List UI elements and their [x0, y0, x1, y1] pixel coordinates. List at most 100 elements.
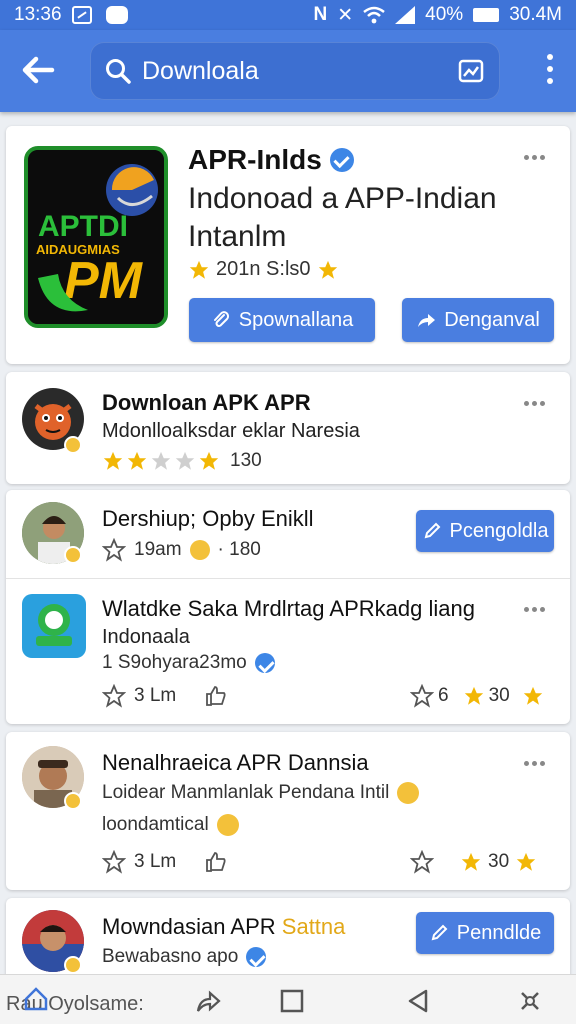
download-button[interactable]: Pcengoldla [416, 510, 554, 552]
featured-subtitle-line1: Indonoad a APP-Indian [188, 182, 497, 215]
item-line2: Indonaala [102, 626, 190, 648]
app-logo-art: APTDI AIDAUGMIAS PM [28, 150, 164, 324]
download-button-label: Spownallana [238, 308, 354, 331]
settings-icon[interactable] [516, 987, 544, 1015]
item-line3-row: loondamtical [102, 814, 239, 836]
item-more-icon[interactable] [524, 602, 550, 616]
item-title: Wlatdke Saka Mrdlrtag APRkadg liang [102, 596, 475, 621]
featured-more-icon[interactable] [524, 150, 550, 164]
app-icon [22, 594, 86, 658]
star-icon [464, 686, 483, 705]
featured-subtitle: Indonoad a APP-Indian Intanlm [188, 180, 558, 256]
featured-subtitle-line2: Intanlm [188, 220, 287, 253]
item-line3: 1 S9ohyara23mo [102, 652, 247, 673]
item-button-label: Penndlde [456, 921, 542, 944]
bottom-navigation: Rau Oyolsame: [0, 974, 576, 1024]
featured-title: APR-Inlds [188, 144, 322, 175]
item-meta-time: 19am [134, 539, 182, 560]
download-button[interactable]: Spownallana [189, 298, 375, 342]
edit-icon [424, 522, 440, 539]
download-button[interactable]: Penndlde [416, 912, 554, 954]
search-query[interactable]: Downloala [142, 57, 259, 86]
user-badge-icon [64, 956, 82, 974]
overflow-menu-icon[interactable] [546, 54, 554, 88]
user-badge-icon [64, 792, 82, 810]
item-rating: 130 [102, 450, 262, 472]
item-line3-row: 1 S9ohyara23mo [102, 652, 275, 674]
featured-title-row: APR-Inlds [188, 144, 354, 176]
list-item-group: Dershiup; Opby Enikll 19am · 180 Pcengol… [6, 490, 570, 724]
item-description: Bewabasno apo [102, 946, 239, 967]
item-description: Mdonlloalksdar eklar Naresia [102, 420, 360, 442]
home-icon[interactable] [22, 985, 50, 1013]
item-title: Dershiup; Opby Enikll [102, 506, 314, 531]
star-outline-icon [410, 850, 434, 874]
app-bar: Downloala [0, 30, 576, 112]
item-title: Mowndasian APR [102, 914, 276, 939]
featured-app-logo: APTDI AIDAUGMIAS PM [24, 146, 168, 328]
stat-count: 30 [488, 851, 510, 872]
search-bar[interactable]: Downloala [90, 42, 500, 100]
item-actions: 3 Lm [102, 684, 228, 708]
stat-2: 30 [488, 685, 510, 706]
rating-count: 130 [230, 450, 262, 471]
status-right: N ✕ 40% 30.4M [314, 4, 563, 27]
item-title-highlight: Sattna [281, 914, 346, 939]
image-search-icon[interactable] [458, 58, 484, 84]
list-item-1[interactable]: Downloan APK APR Mdonlloalksdar eklar Na… [6, 372, 570, 484]
stat-1: 6 [438, 685, 449, 706]
item-stats: 6 30 [410, 684, 544, 708]
logo-text-top: APTDI [38, 210, 128, 243]
item-description: Loidear Manmlanlak Pendana Intil [102, 782, 390, 803]
signal-icon [395, 6, 416, 24]
status-time: 13:36 [14, 4, 62, 25]
item-meta: 19am · 180 [102, 538, 261, 562]
featured-meta-text: 201n S:ls0 [216, 258, 311, 280]
edit-icon [431, 924, 448, 941]
item-more-icon[interactable] [524, 396, 550, 410]
item-stats: 30 [410, 850, 537, 874]
nfc-icon: N [313, 4, 328, 25]
share-icon[interactable] [194, 987, 222, 1015]
star-empty-icon [151, 451, 171, 470]
back-arrow-icon[interactable] [18, 50, 58, 90]
likes-count: 3 Lm [134, 851, 177, 872]
user-badge-icon [64, 436, 82, 454]
battery-icon [473, 8, 500, 22]
featured-app-card[interactable]: APTDI AIDAUGMIAS PM APR-Inlds Indonoad a… [6, 126, 570, 364]
star-icon [189, 260, 209, 279]
item-line3: loondamtical [102, 814, 209, 835]
share-button[interactable]: Denganval [402, 298, 554, 342]
divider [6, 578, 570, 579]
emoji-icon [397, 782, 420, 804]
battery-percent: 40% [425, 4, 464, 25]
item-description-row: Loidear Manmlanlak Pendana Intil [102, 782, 420, 804]
emoji-icon [216, 814, 239, 836]
star-icon [461, 852, 481, 871]
item-meta-count: · 180 [217, 539, 261, 560]
star-outline-icon[interactable] [102, 850, 126, 874]
recents-icon[interactable] [278, 987, 306, 1015]
thumbs-up-icon[interactable] [204, 850, 228, 874]
thumbs-up-icon[interactable] [204, 684, 228, 708]
star-outline-icon [410, 684, 434, 708]
share-button-label: Denganval [444, 308, 540, 331]
emoji-icon [189, 540, 210, 560]
verified-badge-icon [246, 947, 267, 967]
image-notification-icon [71, 6, 92, 24]
status-bar: 13:36 N ✕ 40% 30.4M [0, 0, 576, 30]
star-outline-icon[interactable] [102, 684, 126, 708]
list-item-4[interactable]: Nenalhraeica APR Dannsia Loidear Manmlan… [6, 732, 570, 890]
notification-pill-icon [105, 6, 128, 24]
logo-text-big: PM [64, 252, 144, 310]
star-icon [516, 852, 536, 871]
star-outline-icon [102, 538, 126, 562]
back-triangle-icon[interactable] [404, 987, 432, 1015]
star-filled-icon [127, 451, 147, 470]
status-clock: 30.4M [509, 4, 562, 25]
share-arrow-icon [418, 314, 436, 327]
wifi-icon [363, 6, 385, 24]
item-title: Downloan APK APR [102, 390, 311, 415]
paperclip-icon [213, 311, 229, 327]
item-more-icon[interactable] [524, 756, 550, 770]
